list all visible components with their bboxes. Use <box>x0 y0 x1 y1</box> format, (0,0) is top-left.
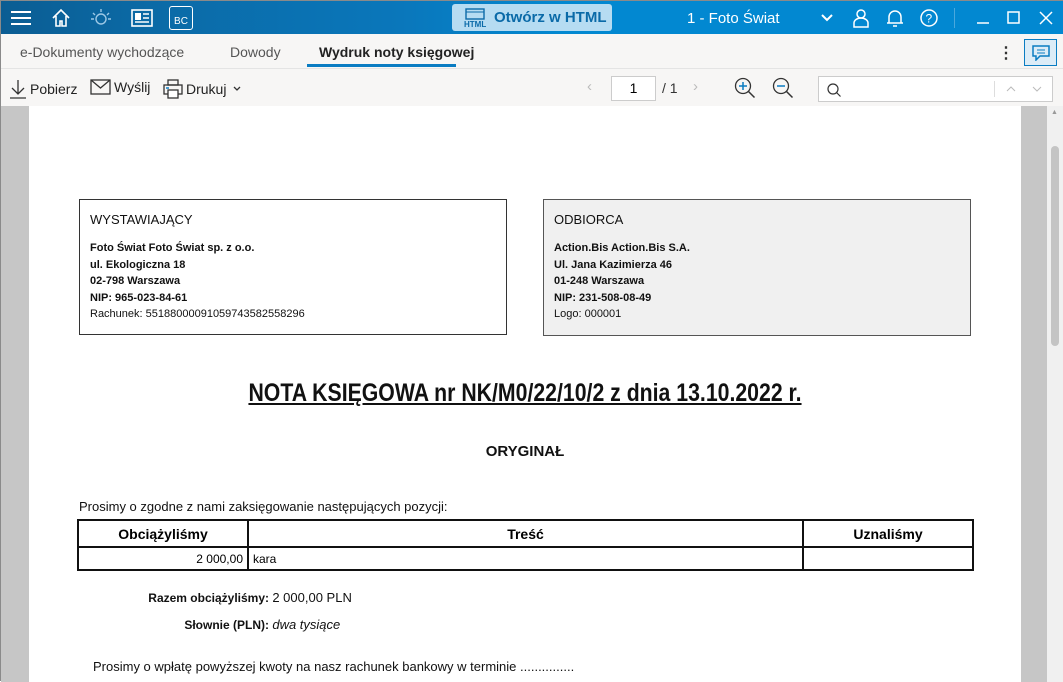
download-button[interactable]: Pobierz <box>9 79 77 99</box>
chevron-down-icon[interactable] <box>229 84 245 94</box>
recipient-box: ODBIORCA Action.Bis Action.Bis S.A. Ul. … <box>543 199 971 336</box>
open-in-html-label: Otwórz w HTML <box>494 9 607 26</box>
issuer-city: 02-798 Warszawa <box>90 275 181 287</box>
issuer-heading: WYSTAWIAJĄCY <box>90 212 193 227</box>
issuer-account: Rachunek: 55188000091059743582558296 <box>90 308 305 320</box>
col-credit: Uznaliśmy <box>802 519 974 548</box>
col-debit: Obciążyliśmy <box>77 519 249 548</box>
cell-credit <box>802 546 974 571</box>
issuer-nip: NIP: 965-023-84-61 <box>90 291 188 304</box>
company-selector[interactable]: 1 - Foto Świat <box>687 10 780 27</box>
search-icon <box>827 83 841 97</box>
search-input[interactable] <box>818 76 1053 102</box>
bc-badge[interactable]: BC <box>169 6 193 30</box>
tab-bar: e-Dokumenty wychodzące Dowody Wydruk not… <box>1 34 1063 69</box>
total-row: Razem obciążyliśmy: 2 000,00 PLN <box>29 590 352 605</box>
table-header: Obciążyliśmy Treść Uznaliśmy <box>77 519 974 548</box>
tab-dowody[interactable]: Dowody <box>230 44 281 60</box>
total-value: 2 000,00 PLN <box>272 590 352 605</box>
printer-icon <box>163 79 183 99</box>
cell-debit: 2 000,00 <box>77 546 249 571</box>
items-table: Obciążyliśmy Treść Uznaliśmy 2 000,00 ka… <box>77 519 974 571</box>
copy-label: ORYGINAŁ <box>485 443 565 460</box>
help-icon[interactable]: ? <box>917 6 941 30</box>
search-next-icon[interactable] <box>1032 86 1042 92</box>
prev-page-icon[interactable]: ‹ <box>587 78 592 95</box>
close-icon[interactable] <box>1034 6 1058 30</box>
next-page-icon[interactable]: › <box>693 78 698 95</box>
scroll-up-icon[interactable]: ▲ <box>1051 109 1058 116</box>
issuer-name: Foto Świat Foto Świat sp. z o.o. <box>90 242 255 254</box>
recipient-logo: Logo: 000001 <box>554 308 622 320</box>
menu-icon[interactable] <box>9 6 33 30</box>
recipient-street: Ul. Jana Kazimierza 46 <box>554 258 673 271</box>
recipient-name: Action.Bis Action.Bis S.A. <box>554 242 690 254</box>
html-icon: HTML <box>464 7 486 28</box>
open-in-html-button[interactable]: HTML Otwórz w HTML <box>452 4 612 31</box>
download-icon <box>10 80 26 99</box>
payment-text: Prosimy o wpłatę powyższej kwoty na nasz… <box>93 659 575 674</box>
download-label: Pobierz <box>30 81 78 97</box>
scrollbar[interactable]: ▲ <box>1047 106 1063 682</box>
total-label: Razem obciążyliśmy: <box>148 591 269 605</box>
send-label: Wyślij <box>114 79 151 95</box>
issuer-box: WYSTAWIAJĄCY Foto Świat Foto Świat sp. z… <box>79 199 507 335</box>
page-number-input[interactable]: 1 <box>611 76 656 101</box>
page-total: / 1 <box>662 80 678 96</box>
lightbulb-icon[interactable] <box>89 6 113 30</box>
issuer-street: ul. Ekologiczna 18 <box>90 258 186 271</box>
toolbar: Pobierz Wyślij Drukuj ‹ 1 / 1 › <box>1 69 1063 106</box>
svg-text:?: ? <box>926 12 933 26</box>
tab-e-dokumenty[interactable]: e-Dokumenty wychodzące <box>20 44 184 60</box>
send-button[interactable]: Wyślij <box>90 79 150 95</box>
intro-text: Prosimy o zgodne z nami zaksięgowanie na… <box>79 499 448 514</box>
document-page: WYSTAWIAJĄCY Foto Świat Foto Świat sp. z… <box>29 106 1021 682</box>
tab-wydruk-noty[interactable]: Wydruk noty księgowej <box>319 44 474 60</box>
zoom-out-icon[interactable] <box>772 77 794 99</box>
recipient-nip: NIP: 231-508-08-49 <box>554 291 652 304</box>
comment-icon <box>1031 44 1050 61</box>
scrollbar-thumb[interactable] <box>1051 146 1059 346</box>
table-row: 2 000,00 kara <box>77 546 974 571</box>
print-label: Drukuj <box>186 81 227 97</box>
words-value: dwa tysiące <box>272 617 341 632</box>
divider <box>954 8 955 28</box>
recipient-heading: ODBIORCA <box>554 212 624 227</box>
home-icon[interactable] <box>49 6 73 30</box>
more-options-icon[interactable]: ⋮ <box>998 43 1014 63</box>
active-tab-indicator <box>307 64 456 67</box>
news-icon[interactable] <box>130 6 154 30</box>
search-prev-icon[interactable] <box>1006 86 1016 92</box>
cell-content: kara <box>247 546 804 571</box>
print-button[interactable]: Drukuj <box>163 79 245 99</box>
chevron-down-icon[interactable] <box>815 6 839 30</box>
minimize-icon[interactable] <box>971 6 995 30</box>
divider <box>994 81 995 97</box>
col-content: Treść <box>247 519 804 548</box>
comments-button[interactable] <box>1024 39 1057 66</box>
svg-text:HTML: HTML <box>464 20 486 28</box>
mail-icon <box>90 79 111 95</box>
document-title: NOTA KSIĘGOWA nr NK/M0/22/10/2 z dnia 13… <box>248 379 802 407</box>
maximize-icon[interactable] <box>1002 6 1026 30</box>
bell-icon[interactable] <box>883 6 907 30</box>
zoom-in-icon[interactable] <box>734 77 756 99</box>
user-icon[interactable] <box>849 6 873 30</box>
words-label: Słownie (PLN): <box>184 618 269 632</box>
title-bar: BC HTML Otwórz w HTML 1 - Foto Świat ? <box>1 1 1063 34</box>
words-row: Słownie (PLN): dwa tysiące <box>29 617 340 632</box>
recipient-city: 01-248 Warszawa <box>554 275 645 287</box>
